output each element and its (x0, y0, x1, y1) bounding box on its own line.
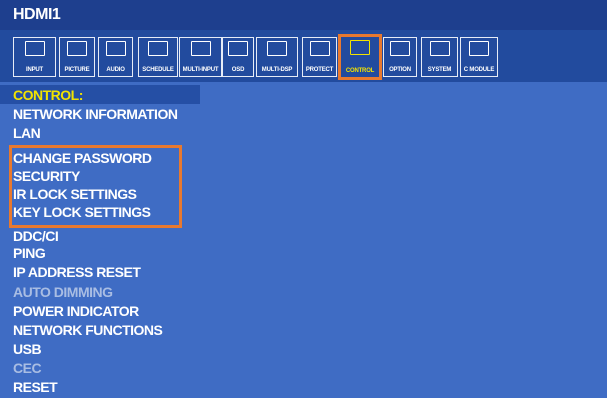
picture-icon (67, 41, 87, 56)
tab-label: MULTI-INPUT (182, 67, 219, 73)
menu-item-reset[interactable]: RESET (13, 379, 58, 396)
title-bar: HDMI1 (0, 0, 607, 30)
menu-item-ping[interactable]: PING (13, 245, 46, 262)
tab-label: SCHEDULE (142, 67, 174, 73)
tab-schedule[interactable]: SCHEDULE (138, 37, 178, 77)
schedule-icon (148, 41, 168, 56)
tab-option[interactable]: OPTION (383, 37, 417, 77)
tab-control[interactable]: CONTROL (338, 34, 382, 80)
tab-label: INPUT (25, 67, 43, 73)
audio-icon (105, 41, 126, 56)
menu-title: CONTROL: (13, 87, 83, 103)
tab-picture[interactable]: PICTURE (59, 37, 95, 77)
protect-icon (309, 41, 330, 56)
menu-item-network-information[interactable]: NETWORK INFORMATION (13, 106, 178, 123)
menu-item-usb[interactable]: USB (13, 341, 42, 358)
menu-item-ip-address-reset[interactable]: IP ADDRESS RESET (13, 264, 141, 281)
system-icon (429, 41, 450, 56)
highlight-callout-box (9, 145, 182, 228)
tab-label: MULTI-DSP (261, 67, 293, 73)
tab-label: AUDIO (106, 67, 125, 73)
tab-label: OSD (231, 67, 245, 73)
tab-label: PICTURE (64, 67, 90, 73)
osd-screen: HDMI1 INPUT PICTURE AUDIO SCHEDULE MULTI… (0, 0, 607, 398)
tab-multi-dsp[interactable]: MULTI-DSP (256, 37, 298, 77)
tab-multi-input[interactable]: MULTI-INPUT (179, 37, 222, 77)
osd-icon (228, 41, 248, 56)
menu-item-power-indicator[interactable]: POWER INDICATOR (13, 303, 139, 320)
c-module-icon (469, 41, 489, 56)
tab-label: CONTROL (345, 68, 375, 74)
tab-input[interactable]: INPUT (13, 37, 56, 77)
tab-label: C MODULE (463, 67, 495, 73)
multi-input-icon (190, 41, 211, 56)
input-source-label: HDMI1 (13, 6, 61, 23)
tab-audio[interactable]: AUDIO (98, 37, 133, 77)
menu-item-ddc-ci[interactable]: DDC/CI (13, 228, 59, 245)
menu-item-auto-dimming: AUTO DIMMING (13, 284, 113, 300)
control-icon (350, 40, 370, 55)
tab-osd[interactable]: OSD (222, 37, 254, 77)
tab-label: OPTION (389, 67, 411, 73)
menu-item-network-functions[interactable]: NETWORK FUNCTIONS (13, 322, 163, 339)
multi-dsp-icon (267, 41, 287, 56)
input-icon (24, 41, 45, 56)
menu-item-cec: CEC (13, 360, 42, 376)
tab-c-module[interactable]: C MODULE (460, 37, 498, 77)
tab-system[interactable]: SYSTEM (421, 37, 458, 77)
tab-protect[interactable]: PROTECT (302, 37, 337, 77)
option-icon (390, 41, 410, 56)
menu-item-lan[interactable]: LAN (13, 125, 41, 142)
tab-label: SYSTEM (427, 67, 452, 73)
tab-label: PROTECT (305, 67, 334, 73)
